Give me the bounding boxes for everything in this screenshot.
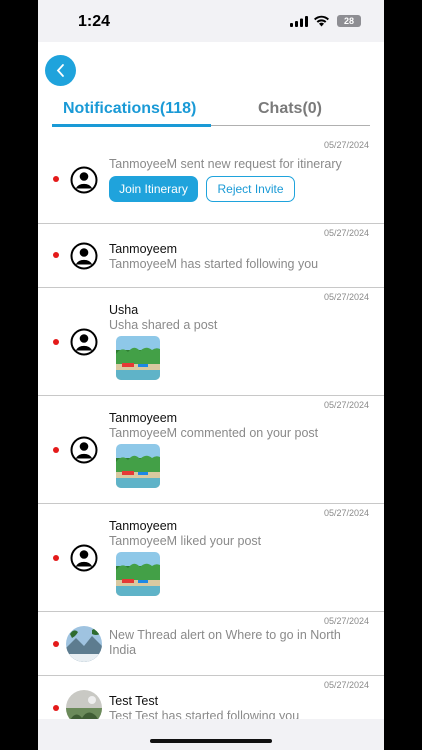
notification-date: 05/27/2024 <box>323 616 369 626</box>
notification-item[interactable]: 05/27/2024 Tanmoyeem TanmoyeeM has start… <box>38 224 384 288</box>
notification-item[interactable]: 05/27/2024 Usha Usha shared a post <box>38 288 384 396</box>
post-thumbnail[interactable] <box>116 552 160 596</box>
notification-message: TanmoyeeM commented on your post <box>109 426 319 440</box>
notification-username: Test Test <box>109 694 159 708</box>
unread-dot <box>53 252 59 258</box>
chevron-left-icon <box>56 64 64 77</box>
notification-date: 05/27/2024 <box>323 140 369 150</box>
avatar-placeholder-icon <box>68 240 100 272</box>
notification-username: Tanmoyeem <box>109 519 178 533</box>
post-thumbnail[interactable] <box>116 336 160 380</box>
status-time: 1:24 <box>78 13 111 30</box>
home-indicator[interactable] <box>150 739 272 743</box>
home-indicator-bar <box>38 719 384 750</box>
notification-date: 05/27/2024 <box>323 228 369 238</box>
battery-icon: 28 <box>337 15 361 27</box>
phone-screen: 1:24 28 Notifications(118) Chats(0) 05/2… <box>38 0 384 750</box>
back-button[interactable] <box>45 55 76 86</box>
notification-message: Usha shared a post <box>109 318 218 332</box>
notification-item[interactable]: 05/27/2024 Tanmoyeem TanmoyeeM commented… <box>38 396 384 504</box>
reject-invite-button[interactable]: Reject Invite <box>206 176 295 202</box>
avatar-placeholder-icon <box>68 434 100 466</box>
header: Notifications(118) Chats(0) <box>38 42 384 136</box>
notification-username: Tanmoyeem <box>109 242 178 256</box>
join-itinerary-button[interactable]: Join Itinerary <box>109 176 198 202</box>
notification-date: 05/27/2024 <box>323 680 369 690</box>
tab-chats[interactable]: Chats(0) <box>258 100 322 118</box>
wifi-icon <box>314 15 329 27</box>
notification-item[interactable]: 05/27/2024 TanmoyeeM sent new request fo… <box>38 136 384 224</box>
avatar-placeholder-icon <box>68 326 100 358</box>
unread-dot <box>53 555 59 561</box>
notification-username: Usha <box>109 303 139 317</box>
signal-icon <box>290 16 308 27</box>
notification-date: 05/27/2024 <box>323 400 369 410</box>
notification-date: 05/27/2024 <box>323 508 369 518</box>
unread-dot <box>53 176 59 182</box>
unread-dot <box>53 447 59 453</box>
notification-message: TanmoyeeM liked your post <box>109 534 262 548</box>
notification-username: Tanmoyeem <box>109 411 178 425</box>
unread-dot <box>53 705 59 711</box>
notification-message: TanmoyeeM has started following you <box>109 257 319 271</box>
avatar-placeholder-icon <box>68 164 100 196</box>
notification-date: 05/27/2024 <box>323 292 369 302</box>
status-bar: 1:24 28 <box>38 0 384 42</box>
tab-notifications[interactable]: Notifications(118) <box>63 100 196 118</box>
notification-message: TanmoyeeM sent new request for itinerary <box>109 157 342 171</box>
avatar-photo <box>66 626 102 662</box>
unread-dot <box>53 339 59 345</box>
notification-item[interactable]: 05/27/2024 New Thread alert on Where to … <box>38 612 384 676</box>
notification-message: New Thread alert on Where to go in North… <box>109 628 341 657</box>
active-tab-indicator <box>52 124 211 127</box>
avatar-placeholder-icon <box>68 542 100 574</box>
unread-dot <box>53 641 59 647</box>
notification-item[interactable]: 05/27/2024 Tanmoyeem TanmoyeeM liked you… <box>38 504 384 612</box>
post-thumbnail[interactable] <box>116 444 160 488</box>
